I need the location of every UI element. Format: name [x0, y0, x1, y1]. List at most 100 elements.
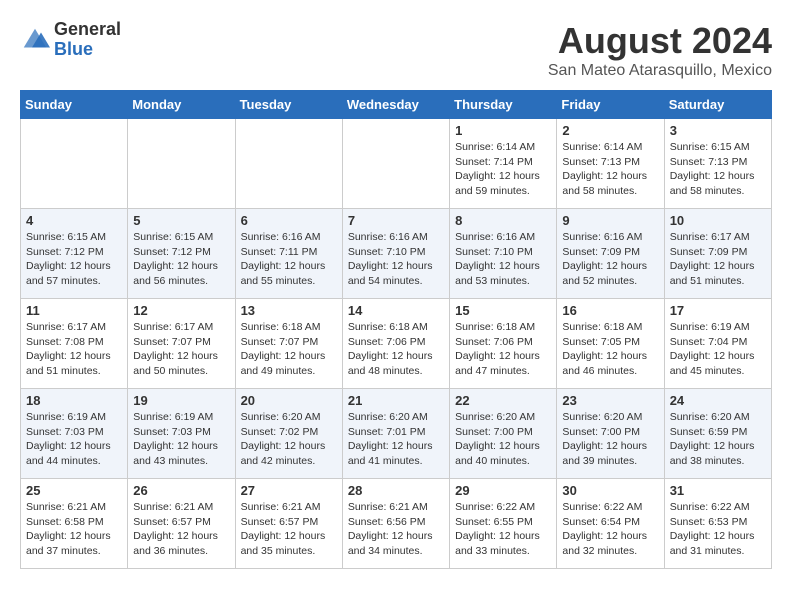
- day-info: Sunrise: 6:18 AM Sunset: 7:06 PM Dayligh…: [455, 320, 551, 379]
- calendar-cell-3-1: 19 Sunrise: 6:19 AM Sunset: 7:03 PM Dayli…: [128, 389, 235, 479]
- calendar-cell-1-4: 8Sunrise: 6:16 AM Sunset: 7:10 PM Daylig…: [450, 209, 557, 299]
- day-info: Sunrise: 6:15 AM Sunset: 7:12 PM Dayligh…: [133, 230, 229, 289]
- day-number: 22: [455, 393, 551, 408]
- calendar-cell-1-3: 7 Sunrise: 6:16 AM Sunset: 7:10 PM Daylig…: [342, 209, 449, 299]
- day-number: 29: [455, 483, 551, 498]
- day-info: Sunrise: 6:21 AM Sunset: 6:58 PM Dayligh…: [26, 500, 122, 559]
- day-info: Sunrise: 6:17 AM Sunset: 7:08 PM Dayligh…: [26, 320, 122, 379]
- day-number: 12: [133, 303, 229, 318]
- header-area: General Blue August 2024 San Mateo Atara…: [20, 20, 772, 80]
- day-info: Sunrise: 6:18 AM Sunset: 7:06 PM Dayligh…: [348, 320, 444, 379]
- day-info: Sunrise: 6:22 AM Sunset: 6:55 PM Dayligh…: [455, 500, 551, 559]
- day-info: Sunrise: 6:20 AM Sunset: 7:01 PM Dayligh…: [348, 410, 444, 469]
- week-row-4: 18Sunrise: 6:19 AM Sunset: 7:03 PM Dayli…: [21, 389, 772, 479]
- day-number: 1: [455, 123, 551, 138]
- day-number: 15: [455, 303, 551, 318]
- day-number: 20: [241, 393, 337, 408]
- day-number: 2: [562, 123, 658, 138]
- calendar-cell-4-5: 30 Sunrise: 6:22 AM Sunset: 6:54 PM Dayli…: [557, 479, 664, 569]
- calendar-cell-4-1: 26Sunrise: 6:21 AM Sunset: 6:57 PM Dayli…: [128, 479, 235, 569]
- logo-blue: Blue: [54, 40, 121, 60]
- location-title: San Mateo Atarasquillo, Mexico: [548, 62, 772, 80]
- day-info: Sunrise: 6:22 AM Sunset: 6:54 PM Dayligh…: [562, 500, 658, 559]
- week-row-2: 4 Sunrise: 6:15 AM Sunset: 7:12 PM Daylig…: [21, 209, 772, 299]
- week-row-1: 1 Sunrise: 6:14 AM Sunset: 7:14 PM Daylig…: [21, 119, 772, 209]
- calendar-cell-1-1: 5Sunrise: 6:15 AM Sunset: 7:12 PM Daylig…: [128, 209, 235, 299]
- day-number: 3: [670, 123, 766, 138]
- day-number: 25: [26, 483, 122, 498]
- calendar-cell-3-0: 18Sunrise: 6:19 AM Sunset: 7:03 PM Dayli…: [21, 389, 128, 479]
- day-info: Sunrise: 6:15 AM Sunset: 7:12 PM Dayligh…: [26, 230, 122, 289]
- day-number: 10: [670, 213, 766, 228]
- calendar-cell-4-0: 25 Sunrise: 6:21 AM Sunset: 6:58 PM Dayli…: [21, 479, 128, 569]
- calendar-cell-3-3: 21 Sunrise: 6:20 AM Sunset: 7:01 PM Dayli…: [342, 389, 449, 479]
- day-number: 11: [26, 303, 122, 318]
- day-number: 28: [348, 483, 444, 498]
- day-number: 13: [241, 303, 337, 318]
- logo: General Blue: [20, 20, 121, 60]
- header-monday: Monday: [128, 91, 235, 119]
- calendar-cell-2-6: 17 Sunrise: 6:19 AM Sunset: 7:04 PM Dayli…: [664, 299, 771, 389]
- day-info: Sunrise: 6:16 AM Sunset: 7:09 PM Dayligh…: [562, 230, 658, 289]
- day-info: Sunrise: 6:19 AM Sunset: 7:03 PM Dayligh…: [133, 410, 229, 469]
- header-tuesday: Tuesday: [235, 91, 342, 119]
- calendar-cell-3-4: 22Sunrise: 6:20 AM Sunset: 7:00 PM Dayli…: [450, 389, 557, 479]
- day-number: 9: [562, 213, 658, 228]
- header-friday: Friday: [557, 91, 664, 119]
- calendar-table: Sunday Monday Tuesday Wednesday Thursday…: [20, 90, 772, 569]
- day-info: Sunrise: 6:19 AM Sunset: 7:03 PM Dayligh…: [26, 410, 122, 469]
- logo-icon: [20, 25, 50, 55]
- day-info: Sunrise: 6:16 AM Sunset: 7:11 PM Dayligh…: [241, 230, 337, 289]
- header-sunday: Sunday: [21, 91, 128, 119]
- day-number: 24: [670, 393, 766, 408]
- day-number: 7: [348, 213, 444, 228]
- day-info: Sunrise: 6:18 AM Sunset: 7:05 PM Dayligh…: [562, 320, 658, 379]
- day-number: 4: [26, 213, 122, 228]
- calendar-cell-4-4: 29 Sunrise: 6:22 AM Sunset: 6:55 PM Dayli…: [450, 479, 557, 569]
- calendar-cell-3-6: 24 Sunrise: 6:20 AM Sunset: 6:59 PM Dayli…: [664, 389, 771, 479]
- calendar-cell-1-6: 10 Sunrise: 6:17 AM Sunset: 7:09 PM Dayli…: [664, 209, 771, 299]
- weekday-header-row: Sunday Monday Tuesday Wednesday Thursday…: [21, 91, 772, 119]
- day-number: 17: [670, 303, 766, 318]
- calendar-cell-2-4: 15 Sunrise: 6:18 AM Sunset: 7:06 PM Dayli…: [450, 299, 557, 389]
- day-info: Sunrise: 6:20 AM Sunset: 6:59 PM Dayligh…: [670, 410, 766, 469]
- day-info: Sunrise: 6:17 AM Sunset: 7:07 PM Dayligh…: [133, 320, 229, 379]
- day-number: 23: [562, 393, 658, 408]
- day-info: Sunrise: 6:18 AM Sunset: 7:07 PM Dayligh…: [241, 320, 337, 379]
- day-number: 16: [562, 303, 658, 318]
- calendar-cell-0-3: [342, 119, 449, 209]
- calendar-container: General Blue August 2024 San Mateo Atara…: [0, 0, 792, 579]
- calendar-cell-1-5: 9 Sunrise: 6:16 AM Sunset: 7:09 PM Daylig…: [557, 209, 664, 299]
- calendar-cell-0-6: 3Sunrise: 6:15 AM Sunset: 7:13 PM Daylig…: [664, 119, 771, 209]
- day-number: 31: [670, 483, 766, 498]
- day-info: Sunrise: 6:16 AM Sunset: 7:10 PM Dayligh…: [348, 230, 444, 289]
- day-number: 19: [133, 393, 229, 408]
- calendar-cell-0-0: [21, 119, 128, 209]
- week-row-5: 25 Sunrise: 6:21 AM Sunset: 6:58 PM Dayli…: [21, 479, 772, 569]
- day-number: 30: [562, 483, 658, 498]
- day-info: Sunrise: 6:20 AM Sunset: 7:02 PM Dayligh…: [241, 410, 337, 469]
- day-info: Sunrise: 6:22 AM Sunset: 6:53 PM Dayligh…: [670, 500, 766, 559]
- month-title: August 2024: [548, 20, 772, 62]
- day-info: Sunrise: 6:16 AM Sunset: 7:10 PM Dayligh…: [455, 230, 551, 289]
- header-saturday: Saturday: [664, 91, 771, 119]
- day-info: Sunrise: 6:17 AM Sunset: 7:09 PM Dayligh…: [670, 230, 766, 289]
- calendar-cell-1-2: 6 Sunrise: 6:16 AM Sunset: 7:11 PM Daylig…: [235, 209, 342, 299]
- title-area: August 2024 San Mateo Atarasquillo, Mexi…: [548, 20, 772, 80]
- calendar-cell-2-1: 12 Sunrise: 6:17 AM Sunset: 7:07 PM Dayli…: [128, 299, 235, 389]
- day-info: Sunrise: 6:20 AM Sunset: 7:00 PM Dayligh…: [562, 410, 658, 469]
- calendar-cell-2-2: 13 Sunrise: 6:18 AM Sunset: 7:07 PM Dayli…: [235, 299, 342, 389]
- day-info: Sunrise: 6:14 AM Sunset: 7:14 PM Dayligh…: [455, 140, 551, 199]
- day-number: 6: [241, 213, 337, 228]
- day-info: Sunrise: 6:19 AM Sunset: 7:04 PM Dayligh…: [670, 320, 766, 379]
- logo-general: General: [54, 20, 121, 40]
- day-info: Sunrise: 6:21 AM Sunset: 6:57 PM Dayligh…: [241, 500, 337, 559]
- calendar-cell-2-5: 16 Sunrise: 6:18 AM Sunset: 7:05 PM Dayli…: [557, 299, 664, 389]
- calendar-cell-4-6: 31 Sunrise: 6:22 AM Sunset: 6:53 PM Dayli…: [664, 479, 771, 569]
- logo-text: General Blue: [54, 20, 121, 60]
- day-number: 21: [348, 393, 444, 408]
- calendar-cell-4-2: 27 Sunrise: 6:21 AM Sunset: 6:57 PM Dayli…: [235, 479, 342, 569]
- day-number: 27: [241, 483, 337, 498]
- calendar-cell-3-5: 23 Sunrise: 6:20 AM Sunset: 7:00 PM Dayli…: [557, 389, 664, 479]
- calendar-cell-4-3: 28Sunrise: 6:21 AM Sunset: 6:56 PM Dayli…: [342, 479, 449, 569]
